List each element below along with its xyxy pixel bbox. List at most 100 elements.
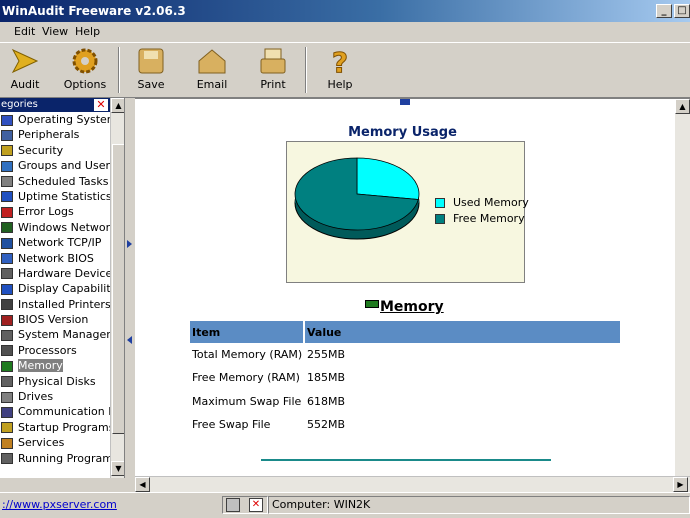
audit-label: Audit [10,78,40,91]
categories-scrollbar[interactable]: ▲ ▼ [110,98,124,478]
categories-list: Operating System Peripherals Security Group… [0,112,110,466]
menu-help[interactable]: Help [75,25,100,38]
category-icon [1,345,13,357]
row-value: 552MB [307,417,346,431]
memory-icon [365,300,379,308]
print-button[interactable]: Print [246,45,300,97]
scroll-up-icon[interactable]: ▲ [675,99,690,114]
audit-button[interactable]: Audit [0,45,52,97]
sidebar-item[interactable]: Groups and Users [0,158,110,173]
sidebar-item[interactable]: Physical Disks [0,374,110,389]
sidebar-item[interactable]: Services [0,435,110,450]
table-row: Free Swap File 552MB [190,413,620,436]
collapse-left-icon[interactable] [127,336,132,344]
category-icon [1,191,13,203]
scroll-up-icon[interactable]: ▲ [111,98,124,113]
scroll-down-icon[interactable]: ▼ [111,461,124,476]
help-label: Help [327,78,353,91]
category-icon [1,176,13,188]
sidebar-item-label: Installed Printers [18,297,110,311]
sidebar-item-label: Services [18,436,65,450]
sidebar-item[interactable]: BIOS Version [0,312,110,327]
sidebar-item-label: Network TCP/IP [18,236,102,250]
column-divider [303,321,305,343]
sidebar-item-label: Communication Ports [18,405,110,419]
sidebar-item[interactable]: Peripherals [0,127,110,142]
save-icon [138,48,164,74]
sidebar-item-label: Network BIOS [18,251,94,265]
options-button[interactable]: Options [58,45,112,97]
category-icon [1,329,13,341]
expand-right-icon[interactable] [127,240,132,248]
computer-name: Computer: WIN2K [272,498,371,511]
sidebar-item[interactable]: Memory [0,358,110,373]
chart-legend: Used Memory Free Memory [435,196,529,228]
category-icon [1,299,13,311]
scroll-thumb[interactable] [112,144,124,434]
section-title: Memory [365,299,444,315]
sidebar-item[interactable]: Hardware Devices [0,266,110,281]
sidebar-item-label: Memory [18,359,63,373]
save-button[interactable]: Save [124,45,178,97]
panel-splitter[interactable] [125,98,135,478]
sidebar-item[interactable]: Windows Network [0,220,110,235]
close-icon[interactable]: ✕ [94,99,108,111]
sidebar-item[interactable]: Operating System [0,112,110,127]
maximize-button[interactable]: □ [674,4,690,18]
sidebar-item[interactable]: Network TCP/IP [0,235,110,250]
sidebar-item-label: Display Capabilities [18,282,110,296]
menu-bar: Edit View Help [0,22,690,42]
sidebar-item[interactable]: Network BIOS [0,251,110,266]
sidebar-item[interactable]: System Management [0,327,110,342]
sidebar-item-label: Groups and Users [18,159,110,173]
title-bar: WinAudit Freeware v2.06.3 _ □ [0,0,690,22]
content-hscrollbar[interactable]: ◀ ▶ [135,476,690,492]
report-marker-icon [400,99,410,105]
column-header-value: Value [307,326,342,339]
sidebar-item-label: Startup Programs [18,420,110,434]
sidebar-item[interactable]: Display Capabilities [0,281,110,296]
sidebar-item[interactable]: Communication Ports [0,404,110,419]
disk-icon [226,498,240,512]
report-content: Memory Usage Used Memory Free Memory Mem… [135,98,690,476]
save-label: Save [137,78,165,91]
scroll-left-icon[interactable]: ◀ [135,477,150,492]
sidebar-item[interactable]: Startup Programs [0,420,110,435]
help-button[interactable]: ? Help [313,45,367,97]
category-icon [1,437,13,449]
sidebar-item-label: Physical Disks [18,374,96,388]
website-link[interactable]: ://www.pxserver.com [2,498,117,511]
category-icon [1,268,13,280]
menu-view[interactable]: View [42,25,68,38]
sidebar-item[interactable]: Uptime Statistics [0,189,110,204]
legend-item-free: Free Memory [435,212,529,228]
sidebar-item-label: Hardware Devices [18,266,110,280]
row-item: Free Swap File [192,417,271,431]
category-icon [1,422,13,434]
sidebar-item-label: Peripherals [18,128,80,142]
svg-text:?: ? [332,47,348,75]
toolbar: Audit Options Save Email Print ? Help [0,42,690,98]
email-button[interactable]: Email [185,45,239,97]
question-icon: ? [331,47,348,75]
sidebar-item[interactable]: Error Logs [0,204,110,219]
row-item: Total Memory (RAM) [192,348,303,361]
sidebar-item[interactable]: Processors [0,343,110,358]
sidebar-item[interactable]: Security [0,143,110,158]
menu-edit[interactable]: Edit [14,25,35,38]
sidebar-item[interactable]: Installed Printers [0,297,110,312]
sidebar-item[interactable]: Drives [0,389,110,404]
section-title-text: Memory [380,299,444,315]
scroll-right-icon[interactable]: ▶ [673,477,688,492]
sidebar-item[interactable]: Scheduled Tasks [0,174,110,189]
pie-slice-used [356,157,420,200]
sidebar-item-label: Security [18,143,64,157]
minimize-button[interactable]: _ [656,4,672,18]
toolbar-separator [305,47,307,93]
categories-header: egories ✕ [0,98,110,112]
content-scrollbar[interactable]: ▲ [675,99,690,476]
legend-swatch-used [435,198,445,208]
sidebar-item[interactable]: Running Programs [0,451,110,466]
table-row: Total Memory (RAM) 255MB [190,343,620,366]
row-value: 185MB [307,371,346,385]
